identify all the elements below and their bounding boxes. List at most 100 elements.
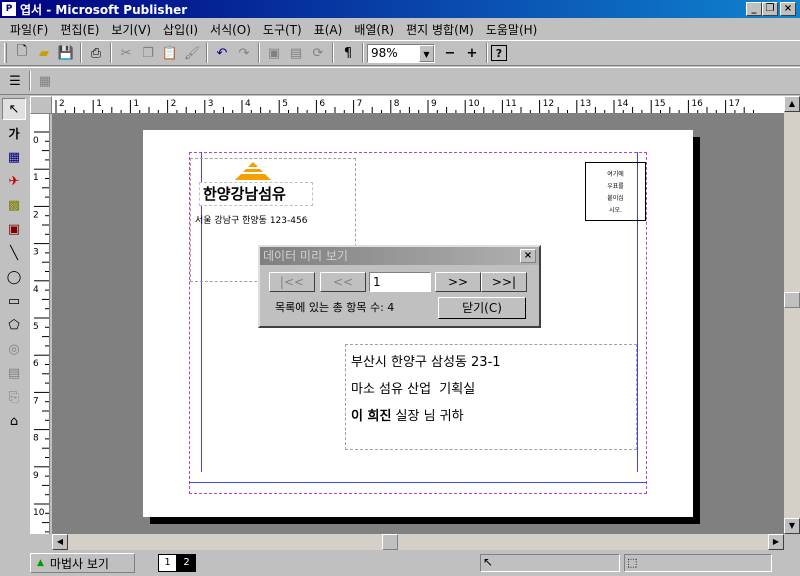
html-fragment-icon[interactable]: ⎘	[2, 386, 26, 408]
dialog-close-button[interactable]: 닫기(C)	[438, 297, 526, 319]
custom-shape-icon[interactable]: ⬠	[2, 314, 26, 336]
sender-address[interactable]: 서울 강남구 한양동 123-456	[195, 213, 307, 226]
design-gallery-icon[interactable]: ◎	[2, 338, 26, 360]
zoom-in-icon[interactable]: +	[461, 42, 483, 64]
recipient-address[interactable]: 부산시 한양구 삼성동 23-1	[351, 351, 501, 370]
zoom-value: 98%	[371, 46, 398, 60]
stamp-text-line: 시오.	[609, 207, 622, 214]
next-record-button[interactable]: >>	[435, 272, 481, 292]
ruler-label: 4	[245, 99, 251, 109]
cut-icon[interactable]: ✂	[115, 42, 137, 64]
recipient-suffix: 실장 님 귀하	[391, 409, 464, 424]
restore-button[interactable]: ❐	[762, 2, 778, 16]
format-painter-icon[interactable]: 🖌	[181, 42, 203, 64]
wizard-toggle-button[interactable]: ▲ 마법사 보기	[30, 553, 135, 573]
rectangle-icon[interactable]: ▭	[2, 290, 26, 312]
paragraph-mark-icon[interactable]: ¶	[337, 42, 359, 64]
clip-gallery-icon[interactable]: ▣	[2, 218, 26, 240]
copy-icon[interactable]: ❐	[137, 42, 159, 64]
minimize-button[interactable]: _	[746, 2, 762, 16]
scroll-right-icon[interactable]: ▶	[768, 534, 784, 550]
ruler-label: 4	[33, 285, 39, 295]
paste-icon[interactable]: 📋	[159, 42, 181, 64]
menu-format[interactable]: 서식(O)	[204, 21, 257, 38]
properties-icon[interactable]: ▦	[34, 70, 56, 92]
ruler-label: 15	[654, 99, 665, 109]
vertical-ruler[interactable]: 0 1 2 3 4 5 6 7 8 9 10	[30, 114, 50, 534]
line-icon[interactable]: ╲	[2, 242, 26, 264]
table-frame-icon[interactable]: ▦	[2, 146, 26, 168]
pointer-icon[interactable]: ↖	[2, 98, 26, 120]
stamp-box[interactable]: 여기에 우표를 붙이십 시오.	[585, 162, 646, 221]
oval-icon[interactable]: ◯	[2, 266, 26, 288]
bring-front-icon[interactable]: ▣	[263, 42, 285, 64]
status-bar: ▲ 마법사 보기 1 2 ↖ ⬚	[0, 550, 800, 576]
scroll-up-icon[interactable]: ▲	[784, 96, 800, 112]
undo-icon[interactable]: ↶	[211, 42, 233, 64]
recipient-company[interactable]: 마소 섬유 산업 기획실	[351, 378, 475, 397]
ruler-label: 13	[580, 99, 591, 109]
help-icon[interactable]: ?	[491, 45, 507, 61]
prev-record-button[interactable]: <<	[320, 272, 366, 292]
form-control-icon[interactable]: ▤	[2, 362, 26, 384]
dialog-close-icon[interactable]: ×	[520, 249, 536, 263]
publisher-icon: P	[2, 2, 16, 16]
recipient-line[interactable]: 이 희진 실장 님 귀하	[351, 405, 464, 424]
wordart-icon[interactable]: ✈	[2, 170, 26, 192]
open-icon[interactable]: ▰	[33, 42, 55, 64]
ruler-label: 5	[282, 99, 288, 109]
vertical-scrollbar[interactable]: ▲ ▼	[784, 96, 800, 534]
chevron-down-icon[interactable]: ▼	[419, 44, 434, 62]
menu-lines-icon[interactable]: ☰	[4, 70, 26, 92]
scroll-left-icon[interactable]: ◀	[52, 534, 68, 550]
company-name[interactable]: 한양강남섬유	[199, 182, 313, 206]
send-back-icon[interactable]: ▤	[285, 42, 307, 64]
menu-table[interactable]: 표(A)	[308, 21, 349, 38]
redo-icon[interactable]: ↷	[233, 42, 255, 64]
title-bar: P 엽서 - Microsoft Publisher _ ❐ ×	[0, 0, 800, 18]
menu-insert[interactable]: 삽입(I)	[157, 21, 204, 38]
record-number-input[interactable]: 1	[369, 272, 431, 292]
first-record-button[interactable]: |<<	[269, 272, 315, 292]
page-navigator: 1 2	[158, 554, 196, 572]
horizontal-scrollbar[interactable]: ◀ ▶	[52, 534, 784, 550]
rotate-icon[interactable]: ⟳	[307, 42, 329, 64]
menu-help[interactable]: 도움말(H)	[480, 21, 544, 38]
menu-view[interactable]: 보기(V)	[105, 21, 157, 38]
menu-tools[interactable]: 도구(T)	[257, 21, 308, 38]
design-objects-icon[interactable]: ⌂	[2, 410, 26, 432]
position-panel: ↖	[480, 554, 620, 572]
horizontal-scroll-thumb[interactable]	[382, 534, 398, 550]
save-icon[interactable]: 💾	[55, 42, 77, 64]
ruler-label: 12	[543, 99, 554, 109]
ruler-label: 9	[33, 471, 39, 481]
vertical-scroll-thumb[interactable]	[784, 292, 800, 308]
size-panel: ⬚	[624, 554, 772, 572]
new-icon[interactable]: 🗋	[11, 42, 33, 64]
vertical-ruler-ticks: 0 1 2 3 4 5 6 7 8 9 10	[33, 131, 49, 533]
page-1-button[interactable]: 1	[158, 554, 177, 572]
print-icon[interactable]: ⎙	[85, 42, 107, 64]
menu-file[interactable]: 파일(F)	[4, 21, 54, 38]
object-size-icon: ⬚	[627, 556, 638, 569]
page-2-button[interactable]: 2	[177, 554, 196, 572]
zoom-out-icon[interactable]: −	[439, 42, 461, 64]
menu-edit[interactable]: 편집(E)	[54, 21, 105, 38]
last-record-button[interactable]: >>|	[481, 272, 527, 292]
ruler-corner[interactable]	[30, 96, 52, 114]
ruler-label: 17	[729, 99, 740, 109]
text-frame-icon[interactable]: 가	[2, 122, 26, 144]
menu-arrange[interactable]: 배열(R)	[348, 21, 400, 38]
dialog-title-bar[interactable]: 데이터 미리 보기 ×	[260, 247, 539, 265]
close-button[interactable]: ×	[780, 2, 796, 16]
ruler-label: 14	[617, 99, 629, 109]
menu-mail-merge[interactable]: 편지 병합(M)	[400, 21, 480, 38]
scroll-down-icon[interactable]: ▼	[784, 518, 800, 534]
window-title: 엽서 - Microsoft Publisher	[20, 2, 188, 17]
triangle-up-icon: ▲	[37, 558, 44, 568]
layout-guide-bottom	[189, 482, 647, 483]
toolbar-grip[interactable]	[4, 43, 7, 63]
picture-frame-icon[interactable]: ▩	[2, 194, 26, 216]
horizontal-ruler[interactable]: 2 1 1 2 3 4 5 6 7 8 9 10 11 12 13 14 15 16 17	[52, 96, 784, 114]
zoom-select[interactable]: 98% ▼	[367, 43, 435, 63]
